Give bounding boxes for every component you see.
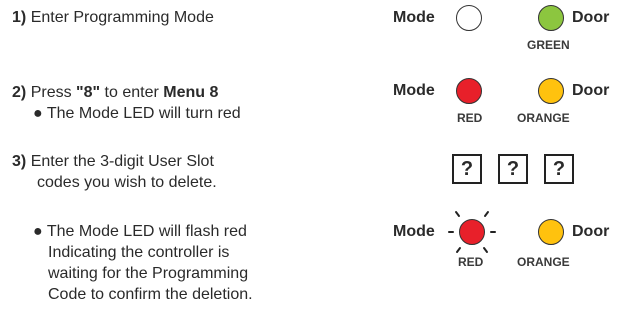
row4-door-caption: ORANGE	[517, 255, 570, 269]
row4-mode-caption: RED	[458, 255, 484, 269]
row4-mode-led	[459, 219, 485, 245]
row4-door-led	[538, 219, 564, 245]
row4-door-label: Door	[572, 223, 610, 240]
